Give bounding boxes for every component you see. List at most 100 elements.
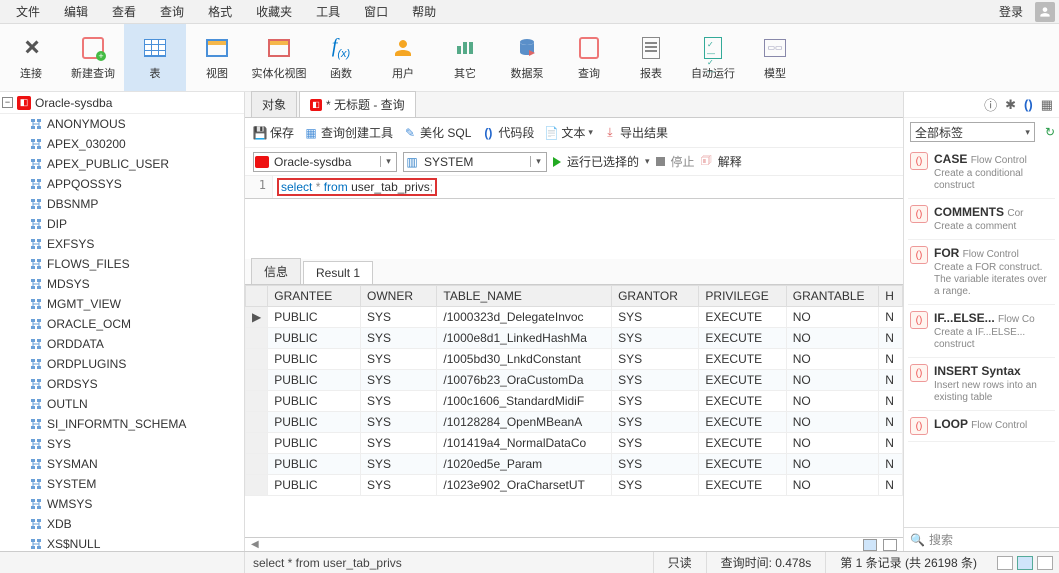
grid-list-view-icon[interactable]: [863, 539, 877, 551]
menu-window[interactable]: 窗口: [352, 1, 400, 22]
column-header[interactable]: H: [879, 286, 903, 307]
user-item[interactable]: MDSYS: [0, 274, 244, 294]
beautify-sql-button[interactable]: ✎美化 SQL: [403, 124, 471, 141]
toolbar-pump[interactable]: 数据泵: [496, 24, 558, 91]
user-item[interactable]: ORDSYS: [0, 374, 244, 394]
save-button[interactable]: 💾保存: [253, 124, 294, 141]
cell[interactable]: PUBLIC: [268, 433, 361, 454]
menu-edit[interactable]: 编辑: [52, 1, 100, 22]
user-item[interactable]: ORDDATA: [0, 334, 244, 354]
toolbar-report[interactable]: 报表: [620, 24, 682, 91]
menu-view[interactable]: 查看: [100, 1, 148, 22]
cell[interactable]: SYS: [612, 391, 699, 412]
cell[interactable]: SYS: [612, 412, 699, 433]
user-item[interactable]: ANONYMOUS: [0, 114, 244, 134]
grid-form-view-icon[interactable]: [883, 539, 897, 551]
snippet-item[interactable]: ()CASE Flow ControlCreate a conditional …: [908, 146, 1055, 199]
user-item[interactable]: APEX_PUBLIC_USER: [0, 154, 244, 174]
cell[interactable]: /1023e902_OraCharsetUT: [437, 475, 612, 496]
schema-combo[interactable]: ▥ SYSTEM ▾: [403, 152, 547, 172]
snippet-item[interactable]: ()IF...ELSE... Flow CoCreate a IF...ELSE…: [908, 305, 1055, 358]
snippets-list[interactable]: ()CASE Flow ControlCreate a conditional …: [904, 146, 1059, 527]
avatar-icon[interactable]: [1035, 2, 1055, 22]
user-item[interactable]: SYS: [0, 434, 244, 454]
query-builder-button[interactable]: ▦查询创建工具: [304, 124, 393, 141]
cell[interactable]: N: [879, 370, 903, 391]
cell[interactable]: SYS: [612, 370, 699, 391]
user-item[interactable]: XS$NULL: [0, 534, 244, 551]
login-link[interactable]: 登录: [991, 1, 1031, 22]
cell[interactable]: N: [879, 349, 903, 370]
menu-format[interactable]: 格式: [196, 1, 244, 22]
cell[interactable]: SYS: [612, 454, 699, 475]
snippet-item[interactable]: ()FOR Flow ControlCreate a FOR construct…: [908, 240, 1055, 305]
user-item[interactable]: APEX_030200: [0, 134, 244, 154]
snippet-search[interactable]: 🔍 搜索: [904, 527, 1059, 551]
cell[interactable]: EXECUTE: [699, 349, 786, 370]
tab-untitled-query[interactable]: ◧* 无标题 - 查询: [299, 91, 416, 117]
cell[interactable]: SYS: [361, 307, 437, 328]
cell[interactable]: EXECUTE: [699, 307, 786, 328]
cell[interactable]: PUBLIC: [268, 391, 361, 412]
cell[interactable]: PUBLIC: [268, 349, 361, 370]
cell[interactable]: SYS: [612, 307, 699, 328]
table-row[interactable]: ▶PUBLICSYS/1000323d_DelegateInvocSYSEXEC…: [246, 307, 903, 328]
cell[interactable]: NO: [786, 454, 879, 475]
sql-editor[interactable]: 1 select * from user_tab_privs;: [245, 176, 903, 199]
cell[interactable]: N: [879, 475, 903, 496]
cell[interactable]: SYS: [361, 349, 437, 370]
toolbar-auto[interactable]: ✓—✓—自动运行: [682, 24, 744, 91]
chevron-down-icon[interactable]: ▾: [380, 156, 396, 167]
user-item[interactable]: ORACLE_OCM: [0, 314, 244, 334]
table-row[interactable]: PUBLICSYS/100c1606_StandardMidiFSYSEXECU…: [246, 391, 903, 412]
cell[interactable]: /1000323d_DelegateInvoc: [437, 307, 612, 328]
cell[interactable]: /100c1606_StandardMidiF: [437, 391, 612, 412]
user-item[interactable]: XDB: [0, 514, 244, 534]
toolbar-view[interactable]: 视图: [186, 24, 248, 91]
cell[interactable]: NO: [786, 391, 879, 412]
toolbar-model[interactable]: ▭▭模型: [744, 24, 806, 91]
cell[interactable]: /101419a4_NormalDataCo: [437, 433, 612, 454]
cell[interactable]: EXECUTE: [699, 475, 786, 496]
user-item[interactable]: DBSNMP: [0, 194, 244, 214]
column-header[interactable]: OWNER: [361, 286, 437, 307]
toolbar-user[interactable]: 用户: [372, 24, 434, 91]
cell[interactable]: NO: [786, 349, 879, 370]
cell[interactable]: SYS: [361, 370, 437, 391]
toolbar-newq[interactable]: +新建查询: [62, 24, 124, 91]
column-header[interactable]: PRIVILEGE: [699, 286, 786, 307]
table-row[interactable]: PUBLICSYS/1000e8d1_LinkedHashMaSYSEXECUT…: [246, 328, 903, 349]
cell[interactable]: EXECUTE: [699, 370, 786, 391]
run-selected-button[interactable]: 运行已选择的: [567, 153, 639, 170]
menu-query[interactable]: 查询: [148, 1, 196, 22]
column-header[interactable]: GRANTEE: [268, 286, 361, 307]
info-icon[interactable]: ⓘ: [984, 95, 997, 114]
table-row[interactable]: PUBLICSYS/10076b23_OraCustomDaSYSEXECUTE…: [246, 370, 903, 391]
users-list[interactable]: ANONYMOUSAPEX_030200APEX_PUBLIC_USERAPPQ…: [0, 114, 244, 551]
tab-result-1[interactable]: Result 1: [303, 261, 373, 284]
run-icon[interactable]: [553, 157, 561, 167]
cell[interactable]: N: [879, 454, 903, 475]
tab-objects[interactable]: 对象: [251, 91, 297, 117]
user-item[interactable]: MGMT_VIEW: [0, 294, 244, 314]
refresh-icon[interactable]: ↻: [1045, 125, 1055, 139]
cell[interactable]: NO: [786, 307, 879, 328]
column-header[interactable]: TABLE_NAME: [437, 286, 612, 307]
snippet-item[interactable]: ()LOOP Flow Control: [908, 411, 1055, 442]
cell[interactable]: SYS: [612, 433, 699, 454]
view-mode-3[interactable]: [1037, 556, 1053, 570]
cell[interactable]: NO: [786, 475, 879, 496]
toolbar-table[interactable]: 表: [124, 24, 186, 91]
user-item[interactable]: APPQOSSYS: [0, 174, 244, 194]
cell[interactable]: SYS: [361, 454, 437, 475]
cell[interactable]: EXECUTE: [699, 454, 786, 475]
user-item[interactable]: SYSTEM: [0, 474, 244, 494]
menu-file[interactable]: 文件: [4, 1, 52, 22]
snippet-item[interactable]: ()COMMENTS CorCreate a comment: [908, 199, 1055, 240]
cell[interactable]: PUBLIC: [268, 454, 361, 475]
tab-info[interactable]: 信息: [251, 258, 301, 284]
cell[interactable]: /10076b23_OraCustomDa: [437, 370, 612, 391]
cell[interactable]: NO: [786, 370, 879, 391]
menu-tools[interactable]: 工具: [304, 1, 352, 22]
cell[interactable]: NO: [786, 328, 879, 349]
